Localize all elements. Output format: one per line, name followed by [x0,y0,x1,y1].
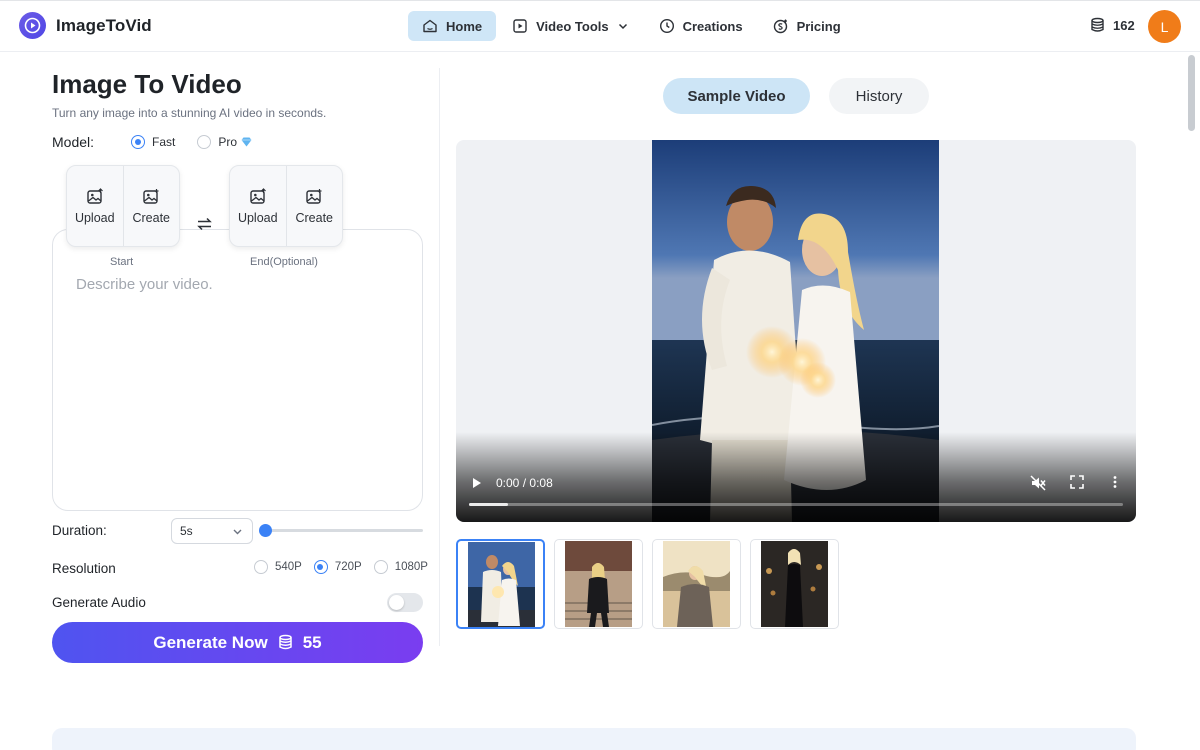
mute-icon[interactable] [1030,475,1046,491]
swap-icon[interactable] [196,217,213,231]
image-upload-icon [87,187,103,204]
video-progress-fill [469,503,509,506]
page-title: Image To Video [52,69,242,99]
prompt-textarea[interactable] [52,229,423,511]
resolution-option-label: 1080P [394,561,428,573]
current-time: 0:00 [496,476,520,490]
nav-item-label: Home [446,18,483,34]
end-frame-caption: End(Optional) [250,256,318,268]
duration-slider[interactable] [262,529,423,532]
generate-audio-toggle[interactable] [387,593,423,612]
nav-item-label: Pricing [796,18,841,34]
end-create-button[interactable]: Create [285,166,343,246]
fullscreen-icon[interactable] [1070,475,1084,489]
resolution-option-label: 720P [334,561,362,573]
coins-stack-icon [278,634,292,650]
image-create-icon [143,188,159,204]
duration-slider-handle[interactable] [259,524,272,537]
radio-unchecked-icon[interactable] [254,560,268,574]
home-icon [423,19,437,33]
start-frame-caption: Start [110,256,134,268]
coin-icon [773,19,787,34]
resolution-label: Resolution [52,561,116,576]
thumbnail-image [761,541,828,627]
generate-audio-label: Generate Audio [52,595,146,610]
start-create-button[interactable]: Create [122,166,180,246]
sample-thumbnail[interactable] [456,539,545,629]
resolution-option-1080p[interactable]: 1080P [373,560,428,574]
brand-name: ImageToVid [56,15,152,35]
upload-label: Upload [74,210,115,225]
credits-balance[interactable]: 162 [1090,17,1135,33]
image-upload-icon [250,187,266,204]
model-option-label: Pro [218,135,238,149]
more-options-icon[interactable] [1112,475,1118,489]
start-frame-card: Upload Create [66,165,180,247]
model-option-fast[interactable]: Fast [131,135,175,149]
radio-unchecked-icon[interactable] [197,135,212,149]
brand[interactable]: ImageToVid [19,12,152,39]
start-upload-button[interactable]: Upload [67,166,123,246]
nav-item-video-tools[interactable]: Video Tools [498,11,642,41]
nav-item-label: Creations [682,18,743,34]
thumbnail-image [565,541,632,627]
chevron-down-icon [233,529,242,534]
video-progress-bar[interactable] [469,503,1123,506]
radio-checked-icon[interactable] [313,560,328,574]
duration-select[interactable]: 5s [171,518,253,544]
generate-label: Generate Now [153,632,268,652]
end-upload-button[interactable]: Upload [230,166,286,246]
duration-value: 5s [180,524,193,538]
video-tools-icon [513,19,527,33]
generate-now-button[interactable]: Generate Now 55 [52,622,423,663]
thumbnail-image [663,541,730,627]
nav-item-label: Video Tools [536,18,609,34]
resolution-option-label: 540P [275,561,302,573]
model-label: Model: [52,134,95,150]
clock-icon [659,18,674,34]
create-label: Create [132,210,171,225]
upload-label: Upload [237,210,278,225]
play-logo-icon [19,12,46,39]
resolution-options: 540P 720P 1080P [254,560,433,574]
nav-item-pricing[interactable]: Pricing [759,11,855,41]
video-player[interactable] [456,140,1136,522]
image-create-icon [306,188,322,204]
sample-thumbnail[interactable] [652,539,741,629]
model-option-label: Fast [152,135,176,149]
nav-item-home[interactable]: Home [408,11,497,41]
coins-stack-icon [1091,17,1104,32]
nav-item-creations[interactable]: Creations [645,11,757,41]
credits-count: 162 [1113,17,1135,33]
model-selector: Model: Fast Pro [52,134,274,150]
total-duration: 0:08 [529,476,553,490]
duration-label: Duration: [52,523,107,538]
diamond-icon [241,137,252,147]
thumbnail-image [468,542,535,627]
sample-thumbnail[interactable] [750,539,839,629]
tab-sample-video[interactable]: Sample Video [663,78,810,114]
page-subtitle: Turn any image into a stunning AI video … [52,106,327,120]
resolution-option-540p[interactable]: 540P [254,560,302,574]
top-navbar: ImageToVid Home Video Tools Creations Pr… [0,0,1200,52]
radio-unchecked-icon[interactable] [373,560,388,574]
time-separator: / [522,476,527,490]
tab-history[interactable]: History [829,78,929,114]
next-section-band [52,728,1136,750]
chevron-down-icon [618,23,627,30]
prompt-placeholder: Describe your video. [76,276,213,293]
main-nav: Home Video Tools Creations Pricing [408,11,857,41]
create-label: Create [295,210,334,225]
sample-thumbnail[interactable] [554,539,643,629]
resolution-option-720p[interactable]: 720P [313,560,362,574]
play-icon[interactable] [471,476,483,490]
model-option-pro[interactable]: Pro [197,135,252,149]
panel-divider [439,68,440,646]
radio-checked-icon[interactable] [131,135,145,149]
avatar[interactable]: L [1148,10,1181,43]
generate-cost: 55 [302,632,322,652]
time-readout: 0:00 / 0:08 [496,476,553,490]
end-frame-card: Upload Create [229,165,343,247]
page-scrollbar[interactable] [1188,55,1195,131]
